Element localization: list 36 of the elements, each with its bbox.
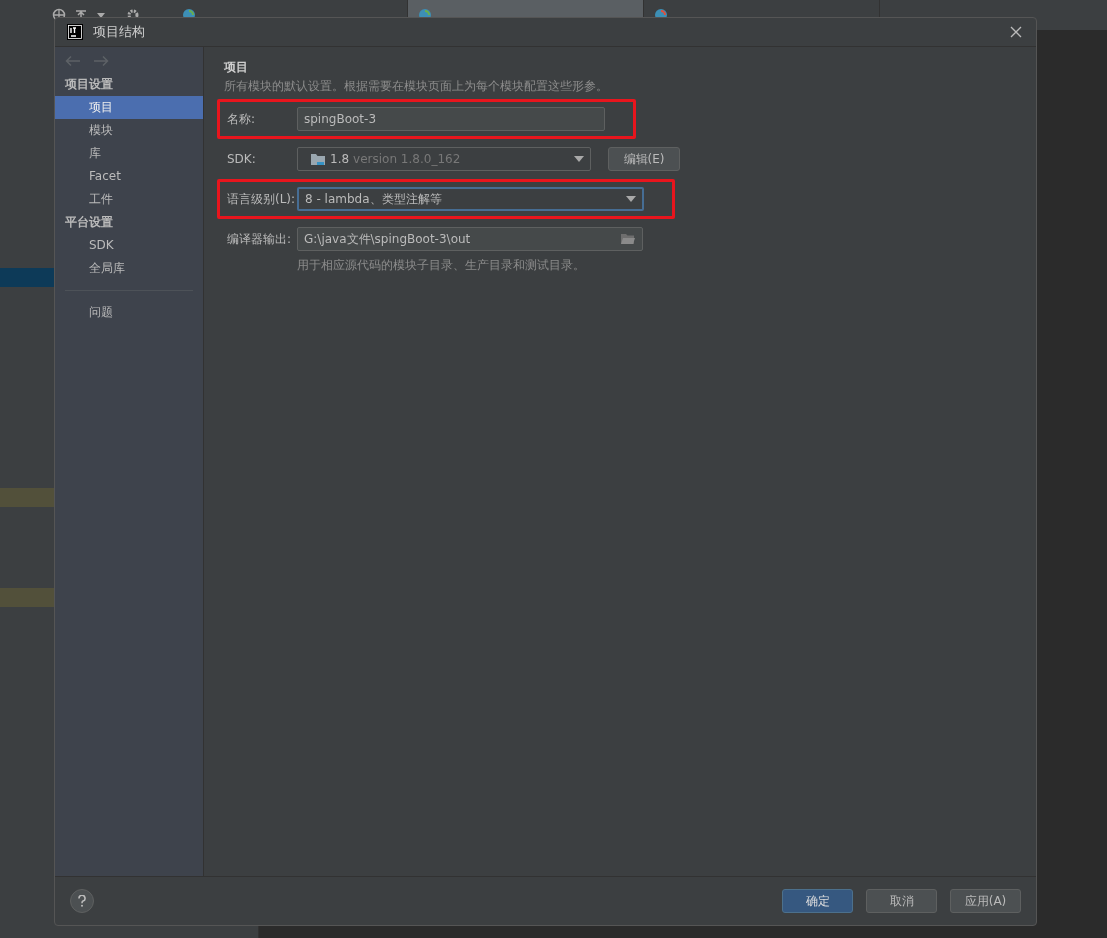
dialog-button[interactable]: 取消 [866, 889, 937, 913]
field-label: SDK: [227, 152, 257, 166]
dropdown-arrow-icon [574, 156, 584, 162]
edit-button[interactable]: 编辑(E) [608, 147, 680, 171]
section-heading: 项目设置 [64, 76, 114, 93]
field-label: 编译器输出: [227, 230, 293, 248]
back-arrow-icon[interactable] [65, 55, 81, 67]
output-path-field[interactable]: G:\java文件\spingBoot-3\out [297, 227, 643, 251]
name-field[interactable]: spingBoot-3 [297, 107, 605, 131]
ok-button[interactable]: 确定 [782, 889, 853, 913]
window-title: 项目结构 [93, 23, 145, 41]
sdk-dropdown[interactable]: 1.8 version 1.8.0_162 [297, 147, 591, 171]
forward-arrow-icon[interactable] [93, 55, 109, 67]
sidebar-item[interactable]: 工件 [55, 188, 203, 211]
field-label: 语言级别(L): [227, 190, 297, 208]
section-heading: 平台设置 [64, 214, 114, 231]
hint-text: 用于相应源代码的模块子目录、生产目录和测试目录。 [296, 257, 586, 274]
question-icon [78, 895, 86, 907]
dialog-button[interactable]: 应用(A) [950, 889, 1021, 913]
sidebar-item[interactable]: 项目 [55, 96, 203, 119]
language-level-dropdown[interactable]: 8 - lambda、类型注解等 [297, 187, 644, 211]
caret-icon [96, 10, 106, 20]
close-icon[interactable] [1010, 26, 1022, 38]
sidebar-item[interactable]: SDK [55, 234, 203, 257]
sidebar-item[interactable]: 全局库 [55, 257, 203, 280]
sidebar-item[interactable]: 模块 [55, 119, 203, 142]
sidebar-item[interactable]: 问题 [55, 301, 203, 324]
app-logo-icon [67, 24, 83, 40]
section-title: 项目 [223, 59, 249, 76]
sidebar-item[interactable]: Facet [55, 165, 203, 188]
sidebar-item[interactable]: 库 [55, 142, 203, 165]
dropdown-arrow-icon [626, 196, 636, 202]
folder-icon [310, 152, 326, 166]
folder-icon[interactable] [620, 233, 636, 245]
field-label: 名称: [227, 110, 257, 128]
help-button[interactable] [70, 889, 94, 913]
